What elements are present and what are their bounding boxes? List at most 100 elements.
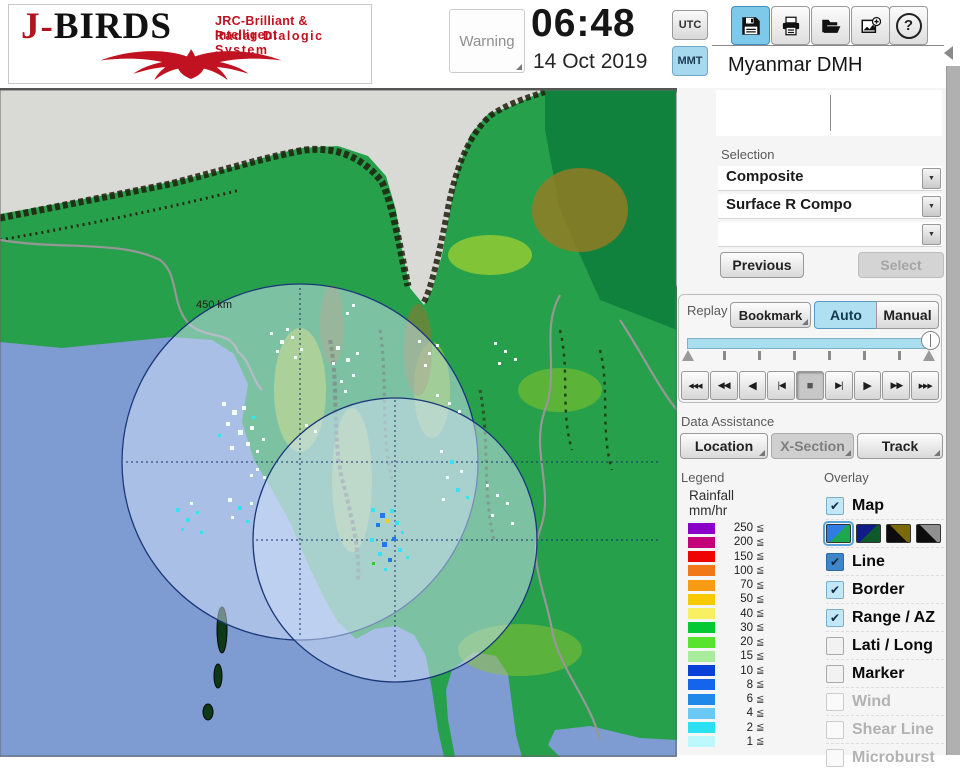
legend-row: 8 ≦ <box>688 678 780 692</box>
playback-fast-forward-2-button[interactable]: ▶▶ <box>882 371 911 400</box>
overlay-item-line[interactable]: ✔ Line <box>826 547 944 575</box>
legend-threshold-value: 70 <box>740 579 753 592</box>
overlay-options: ✔ Map ✔ Line ✔ Border ✔ Range / AZ Lati / Long Ma… <box>823 492 944 771</box>
timezone-mmt-button[interactable]: MMT <box>672 46 708 76</box>
slider-tick <box>793 351 796 360</box>
chevron-down-icon[interactable]: ▼ <box>922 196 941 217</box>
corner-fold-icon <box>845 450 851 456</box>
right-edge-strip[interactable] <box>946 66 960 755</box>
slider-tick <box>828 351 831 360</box>
overlay-item-border[interactable]: ✔ Border <box>826 575 944 603</box>
open-folder-button[interactable] <box>811 6 850 45</box>
chevron-down-icon[interactable]: ▼ <box>922 224 941 245</box>
overlay-item-label: Wind <box>852 692 891 710</box>
checkbox[interactable]: ✔ <box>826 608 844 627</box>
legend-row: 70 ≦ <box>688 578 780 592</box>
playback-step-back-button[interactable]: |◀ <box>767 371 796 400</box>
map-style-swatch-4[interactable] <box>916 524 941 543</box>
less-equal-icon: ≦ <box>756 565 765 577</box>
jbirds-application: J-BIRDS JRC-Brilliant & Intelligent Rada… <box>0 0 960 767</box>
clock-time: 06:48 <box>531 2 636 45</box>
station-name-field[interactable]: Myanmar DMH <box>712 46 944 85</box>
less-equal-icon: ≦ <box>756 636 765 648</box>
legend-threshold-value: 250 <box>733 522 753 535</box>
overlay-item-range-az[interactable]: ✔ Range / AZ <box>826 603 944 631</box>
time-slider-handle[interactable] <box>921 331 940 350</box>
legend-row: 10 ≦ <box>688 664 780 678</box>
slider-start-marker-icon <box>682 350 694 361</box>
manual-mode-button[interactable]: Manual <box>876 301 939 329</box>
legend-color-swatch <box>688 593 715 605</box>
radar-map-area[interactable]: 450 km <box>0 88 678 757</box>
location-button[interactable]: Location <box>680 433 768 459</box>
playback-play-button[interactable]: ▶ <box>853 371 882 400</box>
map-style-swatch-3[interactable] <box>886 524 911 543</box>
checkbox[interactable]: ✔ <box>826 580 844 599</box>
legend-row: 15 ≦ <box>688 649 780 663</box>
add-image-button[interactable] <box>851 6 890 45</box>
playback-play-reverse-button[interactable]: ◀ <box>738 371 767 400</box>
auto-mode-button[interactable]: Auto <box>814 301 878 329</box>
playback-fast-rewind-3-button[interactable]: ◀◀◀ <box>681 371 709 400</box>
checkbox <box>826 692 844 711</box>
help-button[interactable]: ? <box>889 6 928 45</box>
checkbox[interactable] <box>826 636 844 655</box>
less-equal-icon: ≦ <box>756 593 765 605</box>
print-button[interactable] <box>771 6 810 45</box>
x-section-button[interactable]: X-Section <box>771 433 854 459</box>
location-button-label: Location <box>694 438 754 454</box>
time-slider-track[interactable] <box>687 338 935 349</box>
legend-row: 50 ≦ <box>688 592 780 606</box>
corner-fold-icon <box>759 450 765 456</box>
rainfall-color-scale: 250 ≦ 200 ≦ 150 ≦ 100 ≦ 70 ≦ 50 ≦ 40 ≦ 30 ≦ 20 ≦ 15 ≦ 10 ≦ 8 ≦ 6… <box>688 521 780 749</box>
panel-collapse-arrow-icon[interactable] <box>944 46 953 60</box>
terrain-patch <box>448 235 532 275</box>
timezone-utc-button[interactable]: UTC <box>672 10 708 40</box>
checkbox[interactable]: ✔ <box>826 496 844 515</box>
corner-fold-icon <box>934 450 940 456</box>
overlay-item-lati-long[interactable]: Lati / Long <box>826 631 944 659</box>
legend-row: 6 ≦ <box>688 692 780 706</box>
save-button[interactable] <box>731 6 770 45</box>
checkbox <box>826 720 844 739</box>
print-icon <box>782 16 799 35</box>
checkbox[interactable] <box>826 664 844 683</box>
divider <box>830 95 831 131</box>
weather-map-canvas[interactable]: 450 km <box>0 89 678 757</box>
map-style-swatch-1[interactable] <box>823 521 854 546</box>
replay-section-label: Replay <box>687 303 728 318</box>
legend-color-swatch <box>688 622 715 634</box>
legend-threshold-value: 150 <box>733 550 753 563</box>
dropdown-value: Surface R Compo <box>726 196 852 213</box>
less-equal-icon: ≦ <box>756 650 765 662</box>
map-style-swatch-2[interactable] <box>856 524 881 543</box>
logo-title: J-BIRDS <box>21 5 172 48</box>
bookmark-button[interactable]: Bookmark <box>730 302 811 328</box>
logo-title-black: BIRDS <box>53 6 172 47</box>
info-display-box <box>716 90 942 136</box>
dropdown-product-type[interactable]: Surface R Compo ▼ <box>718 194 942 219</box>
dropdown-product-category[interactable]: Composite ▼ <box>718 166 942 191</box>
track-button[interactable]: Track <box>857 433 943 459</box>
playback-stop-button[interactable]: ■ <box>796 371 824 400</box>
playback-step-forward-button[interactable]: ▶| <box>824 371 853 400</box>
overlay-item-map[interactable]: ✔ Map <box>826 492 944 519</box>
legend-threshold-value: 1 <box>746 735 753 748</box>
legend-threshold-value: 40 <box>740 607 753 620</box>
overlay-item-wind: Wind <box>826 687 944 715</box>
less-equal-icon: ≦ <box>756 679 765 691</box>
chevron-down-icon[interactable]: ▼ <box>922 168 941 189</box>
slider-end-marker-icon <box>923 350 935 361</box>
dropdown-product-option[interactable]: ▼ <box>718 222 942 247</box>
checkbox[interactable]: ✔ <box>826 552 844 571</box>
select-button[interactable]: Select <box>858 252 944 278</box>
legend-color-swatch <box>688 636 715 648</box>
overlay-item-marker[interactable]: Marker <box>826 659 944 687</box>
playback-fast-rewind-2-button[interactable]: ◀◀ <box>709 371 738 400</box>
playback-fast-forward-3-button[interactable]: ▶▶▶ <box>911 371 940 400</box>
legend-color-swatch <box>688 665 715 677</box>
warning-button[interactable]: Warning <box>449 9 525 73</box>
dropdown-value: Composite <box>726 168 804 185</box>
previous-button[interactable]: Previous <box>720 252 804 278</box>
legend-section-label: Legend <box>681 470 725 485</box>
